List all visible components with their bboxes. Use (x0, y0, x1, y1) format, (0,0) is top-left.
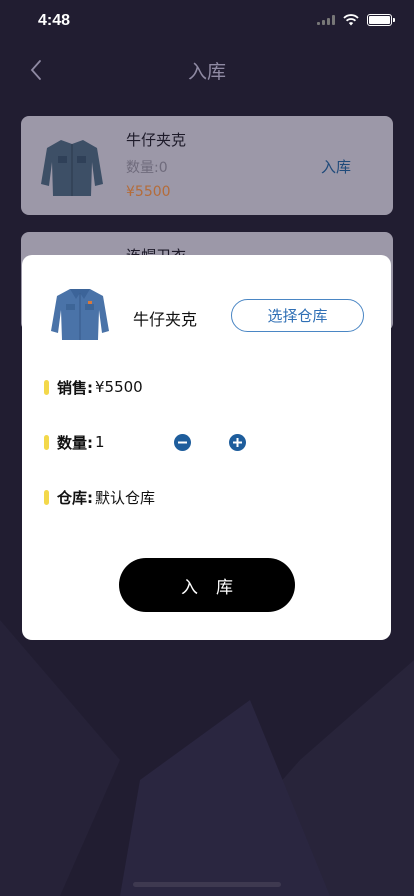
card-quantity: 数量:0 (126, 160, 168, 176)
page-title: 入库 (187, 61, 226, 83)
decrease-button[interactable] (174, 434, 191, 451)
marker-bar (44, 434, 49, 450)
dialog-product-name: 牛仔夹克 (133, 310, 198, 329)
home-indicator (133, 882, 281, 887)
signal-icon (317, 15, 335, 25)
nav-bar: 入库 (0, 44, 414, 96)
sale-row: 销售: ¥5500 (44, 375, 143, 399)
confirm-stock-in-button[interactable]: 入库 (119, 558, 295, 612)
status-time: 4:48 (38, 12, 71, 29)
battery-icon (367, 14, 395, 26)
marker-bar (44, 379, 49, 395)
jacket-image (41, 140, 103, 196)
card-price: ¥5500 (126, 184, 171, 200)
increase-button[interactable] (229, 434, 246, 451)
quantity-row: 数量: 1 (44, 430, 105, 454)
select-warehouse-button[interactable]: 选择仓库 (231, 299, 364, 332)
product-card[interactable]: 牛仔夹克 数量:0 ¥5500 入库 (21, 116, 393, 215)
card-product-name: 牛仔夹克 (126, 131, 187, 149)
minus-icon (178, 441, 187, 444)
stock-in-dialog: 牛仔夹克 选择仓库 销售: ¥5500 数量: 1 仓库: 默认仓库 入库 (22, 255, 391, 640)
quantity-value: 1 (95, 433, 105, 451)
warehouse-row: 仓库: 默认仓库 (44, 485, 155, 509)
wifi-icon (343, 14, 359, 26)
status-icons (317, 14, 395, 26)
marker-bar (44, 489, 49, 505)
sale-label: 销售: (57, 378, 93, 397)
warehouse-label: 仓库: (57, 488, 93, 507)
sale-value: ¥5500 (95, 378, 143, 396)
plus-icon (233, 438, 242, 447)
quantity-label: 数量: (57, 433, 93, 452)
stock-in-button[interactable]: 入库 (321, 156, 351, 177)
warehouse-value: 默认仓库 (95, 488, 156, 507)
jacket-image (51, 289, 109, 340)
status-bar: 4:48 (0, 0, 414, 44)
